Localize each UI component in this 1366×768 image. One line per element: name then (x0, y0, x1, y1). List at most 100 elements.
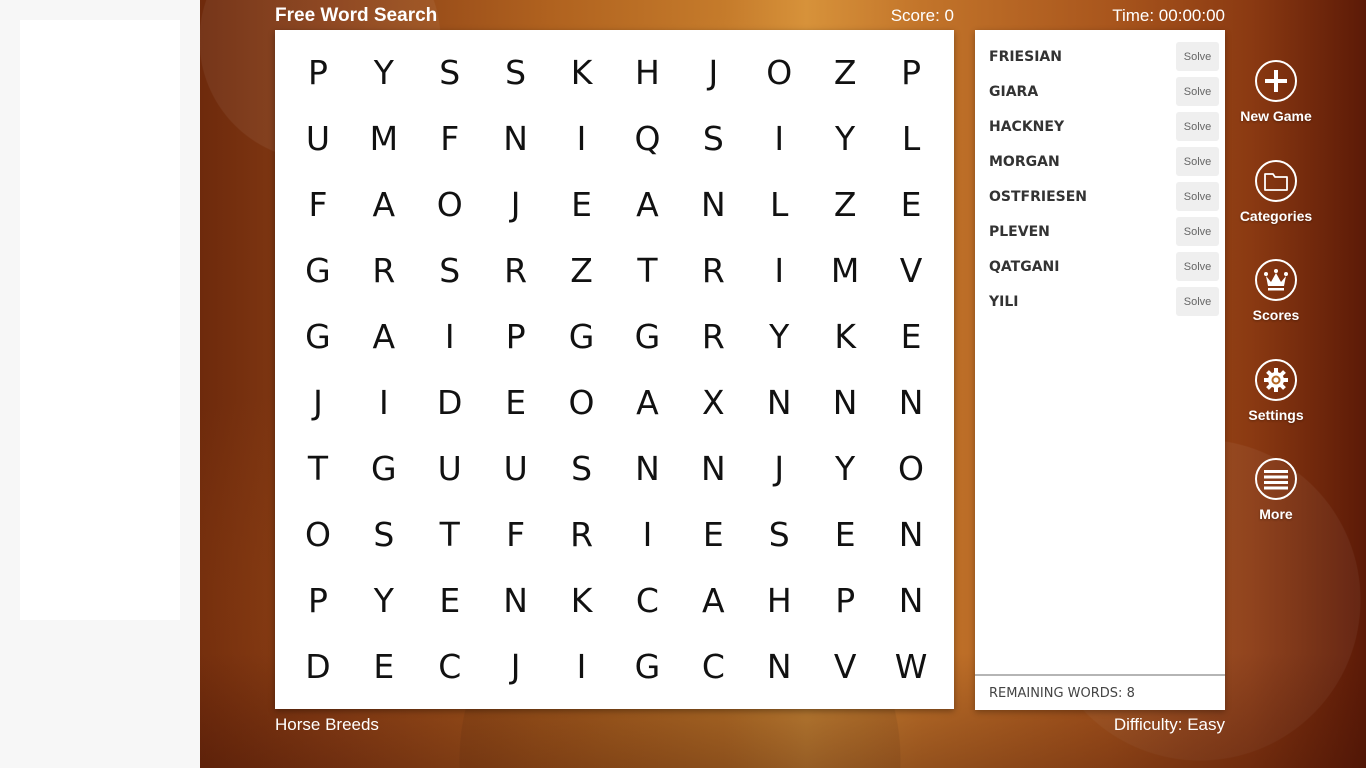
letter-grid[interactable]: PYSSKHJOZPUMFNIQSIYLFAOJEANLZEGRSRZTRIMV… (275, 30, 954, 709)
grid-cell[interactable]: V (812, 633, 878, 699)
grid-cell[interactable]: N (483, 105, 549, 171)
grid-cell[interactable]: I (746, 105, 812, 171)
grid-cell[interactable]: G (351, 435, 417, 501)
grid-cell[interactable]: K (549, 567, 615, 633)
grid-cell[interactable]: A (351, 303, 417, 369)
grid-cell[interactable]: J (285, 369, 351, 435)
grid-cell[interactable]: L (878, 105, 944, 171)
grid-cell[interactable]: A (351, 171, 417, 237)
grid-cell[interactable]: R (680, 237, 746, 303)
grid-cell[interactable]: M (351, 105, 417, 171)
grid-cell[interactable]: J (746, 435, 812, 501)
grid-cell[interactable]: N (878, 369, 944, 435)
grid-cell[interactable]: N (878, 567, 944, 633)
settings-button[interactable]: Settings (1230, 358, 1322, 459)
grid-cell[interactable]: S (549, 435, 615, 501)
grid-cell[interactable]: F (483, 501, 549, 567)
grid-cell[interactable]: Y (812, 105, 878, 171)
grid-cell[interactable]: L (746, 171, 812, 237)
grid-cell[interactable]: J (680, 39, 746, 105)
grid-cell[interactable]: W (878, 633, 944, 699)
grid-cell[interactable]: S (417, 39, 483, 105)
grid-cell[interactable]: Y (746, 303, 812, 369)
grid-cell[interactable]: G (285, 303, 351, 369)
grid-cell[interactable]: E (351, 633, 417, 699)
grid-cell[interactable]: Z (812, 171, 878, 237)
categories-button[interactable]: Categories (1230, 159, 1322, 260)
grid-cell[interactable]: E (549, 171, 615, 237)
grid-cell[interactable]: H (746, 567, 812, 633)
more-button[interactable]: More (1230, 458, 1322, 558)
grid-cell[interactable]: R (549, 501, 615, 567)
grid-cell[interactable]: P (483, 303, 549, 369)
grid-cell[interactable]: I (746, 237, 812, 303)
grid-cell[interactable]: S (746, 501, 812, 567)
grid-cell[interactable]: R (351, 237, 417, 303)
grid-cell[interactable]: J (483, 171, 549, 237)
grid-cell[interactable]: J (483, 633, 549, 699)
grid-cell[interactable]: N (878, 501, 944, 567)
grid-cell[interactable]: T (417, 501, 483, 567)
grid-cell[interactable]: R (483, 237, 549, 303)
grid-cell[interactable]: R (680, 303, 746, 369)
grid-cell[interactable]: O (878, 435, 944, 501)
solve-button[interactable]: Solve (1176, 112, 1219, 141)
grid-cell[interactable]: N (812, 369, 878, 435)
grid-cell[interactable]: E (680, 501, 746, 567)
grid-cell[interactable]: P (878, 39, 944, 105)
grid-cell[interactable]: Y (351, 567, 417, 633)
grid-cell[interactable]: A (615, 369, 681, 435)
grid-cell[interactable]: N (615, 435, 681, 501)
grid-cell[interactable]: O (285, 501, 351, 567)
grid-cell[interactable]: E (417, 567, 483, 633)
solve-button[interactable]: Solve (1176, 287, 1219, 316)
grid-cell[interactable]: Z (812, 39, 878, 105)
grid-cell[interactable]: E (483, 369, 549, 435)
grid-cell[interactable]: Y (812, 435, 878, 501)
grid-cell[interactable]: P (812, 567, 878, 633)
grid-cell[interactable]: Q (615, 105, 681, 171)
grid-cell[interactable]: A (615, 171, 681, 237)
new-game-button[interactable]: New Game (1230, 60, 1322, 160)
grid-cell[interactable]: D (285, 633, 351, 699)
grid-cell[interactable]: O (746, 39, 812, 105)
grid-cell[interactable]: T (285, 435, 351, 501)
grid-cell[interactable]: S (680, 105, 746, 171)
grid-cell[interactable]: I (615, 501, 681, 567)
grid-cell[interactable]: E (812, 501, 878, 567)
grid-cell[interactable]: F (417, 105, 483, 171)
grid-cell[interactable]: X (680, 369, 746, 435)
grid-cell[interactable]: G (615, 633, 681, 699)
grid-cell[interactable]: P (285, 39, 351, 105)
grid-cell[interactable]: N (680, 171, 746, 237)
grid-cell[interactable]: I (549, 105, 615, 171)
grid-cell[interactable]: M (812, 237, 878, 303)
grid-cell[interactable]: O (549, 369, 615, 435)
grid-cell[interactable]: N (746, 633, 812, 699)
grid-cell[interactable]: I (549, 633, 615, 699)
grid-cell[interactable]: G (549, 303, 615, 369)
grid-cell[interactable]: C (680, 633, 746, 699)
grid-cell[interactable]: U (417, 435, 483, 501)
grid-cell[interactable]: G (615, 303, 681, 369)
grid-cell[interactable]: E (878, 171, 944, 237)
solve-button[interactable]: Solve (1176, 42, 1219, 71)
grid-cell[interactable]: F (285, 171, 351, 237)
grid-cell[interactable]: P (285, 567, 351, 633)
grid-cell[interactable]: I (351, 369, 417, 435)
grid-cell[interactable]: G (285, 237, 351, 303)
grid-cell[interactable]: N (483, 567, 549, 633)
grid-cell[interactable]: K (549, 39, 615, 105)
grid-cell[interactable]: U (483, 435, 549, 501)
grid-cell[interactable]: H (615, 39, 681, 105)
grid-cell[interactable]: Z (549, 237, 615, 303)
scores-button[interactable]: Scores (1230, 259, 1322, 359)
grid-cell[interactable]: K (812, 303, 878, 369)
grid-cell[interactable]: N (746, 369, 812, 435)
solve-button[interactable]: Solve (1176, 217, 1219, 246)
grid-cell[interactable]: I (417, 303, 483, 369)
grid-cell[interactable]: E (878, 303, 944, 369)
grid-cell[interactable]: S (417, 237, 483, 303)
grid-cell[interactable]: Y (351, 39, 417, 105)
grid-cell[interactable]: C (417, 633, 483, 699)
